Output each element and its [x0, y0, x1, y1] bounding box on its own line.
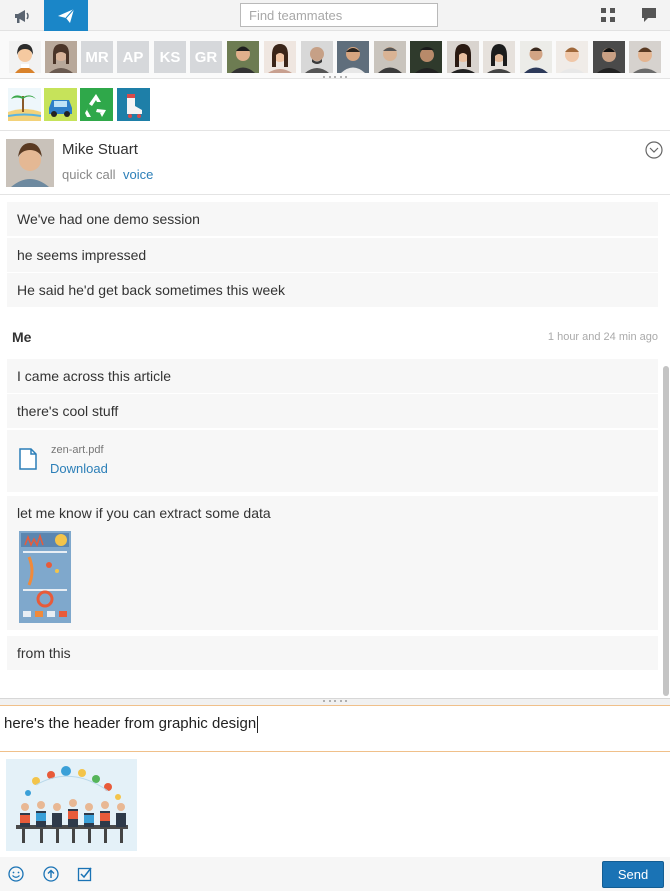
- beach-bot-icon[interactable]: [7, 88, 42, 121]
- car-bot-icon[interactable]: [44, 88, 77, 121]
- top-bar: [0, 0, 670, 31]
- message-text: let me know if you can extract some data: [17, 505, 271, 521]
- teammate-avatar[interactable]: [520, 41, 552, 73]
- send-button[interactable]: Send: [602, 861, 664, 888]
- contact-photo: [6, 139, 54, 187]
- grid-view-button[interactable]: [600, 7, 616, 23]
- messages-tab[interactable]: [44, 0, 88, 31]
- teammate-photo: [337, 41, 369, 73]
- teammate-photo: [556, 41, 588, 73]
- upload-icon: [43, 866, 59, 882]
- grid-icon: [601, 8, 615, 22]
- teammate-photo: [629, 41, 661, 73]
- message-bubble: We've had one demo session: [7, 202, 658, 236]
- teammate-photo: [374, 41, 406, 73]
- teammate-initials-avatar[interactable]: MR: [81, 41, 113, 73]
- teammate-photo: [264, 41, 296, 73]
- teammates-strip: MR AP KS GR: [0, 31, 670, 79]
- find-teammates-input[interactable]: [240, 3, 438, 27]
- download-link[interactable]: Download: [50, 461, 108, 476]
- message-bubble: I came across this article: [7, 359, 658, 393]
- teammate-photo: [410, 41, 442, 73]
- teammate-avatar[interactable]: [337, 41, 369, 73]
- teammate-photo: [447, 41, 479, 73]
- teammate-photo: [45, 41, 77, 73]
- message-sender: Me: [12, 329, 32, 345]
- task-button[interactable]: [77, 866, 93, 882]
- message-text: I came across this article: [17, 368, 172, 384]
- conversation-header: Mike Stuart quick call voice: [0, 131, 670, 195]
- file-attachment: zen-art.pdf Download: [7, 430, 658, 492]
- teammate-initials-avatar[interactable]: GR: [190, 41, 222, 73]
- file-name: zen-art.pdf: [51, 444, 104, 456]
- collapse-header-button[interactable]: [645, 141, 663, 159]
- message-list: We've had one demo session he seems impr…: [0, 196, 670, 698]
- message-bubble: he seems impressed: [7, 238, 658, 272]
- skate-bot-icon[interactable]: [117, 88, 150, 121]
- teammate-photo: [227, 41, 259, 73]
- teammate-avatar[interactable]: [483, 41, 515, 73]
- message-bubble: from this: [7, 636, 658, 670]
- announcements-tab[interactable]: [0, 0, 44, 31]
- compose-splitter[interactable]: [0, 698, 670, 706]
- upload-button[interactable]: [43, 866, 59, 882]
- chat-button[interactable]: [640, 6, 658, 24]
- teammate-avatar[interactable]: [593, 41, 625, 73]
- emoji-button[interactable]: [8, 866, 24, 882]
- messages-scrollbar[interactable]: [663, 366, 669, 696]
- megaphone-icon: [15, 9, 29, 23]
- teammate-avatar[interactable]: [9, 41, 41, 73]
- teammate-avatar[interactable]: [374, 41, 406, 73]
- teammate-avatar[interactable]: [410, 41, 442, 73]
- bots-strip: [0, 79, 670, 131]
- message-text: from this: [17, 645, 71, 661]
- checkbox-icon: [77, 867, 92, 882]
- teammate-initials-avatar[interactable]: AP: [117, 41, 149, 73]
- contact-name: Mike Stuart: [62, 141, 138, 158]
- message-text: We've had one demo session: [17, 211, 200, 227]
- speech-bubble-icon: [642, 8, 656, 22]
- message-text: he seems impressed: [17, 247, 147, 263]
- message-bubble: there's cool stuff: [7, 394, 658, 428]
- contact-avatar[interactable]: [6, 139, 54, 187]
- teammate-photo: [520, 41, 552, 73]
- message-input[interactable]: here's the header from graphic design: [0, 706, 670, 752]
- avatar-illustration: [9, 41, 41, 73]
- document-icon: [19, 448, 37, 470]
- text-caret: [257, 715, 259, 733]
- teammate-avatar[interactable]: [301, 41, 333, 73]
- teammate-avatar[interactable]: [629, 41, 661, 73]
- teammate-avatar[interactable]: [45, 41, 77, 73]
- teammate-photo: [301, 41, 333, 73]
- resize-grip[interactable]: [323, 700, 347, 704]
- message-timestamp: 1 hour and 24 min ago: [547, 331, 658, 343]
- team-illustration-image: [6, 759, 137, 851]
- message-input-text: here's the header from graphic design: [4, 715, 257, 732]
- compose-toolbar: Send: [0, 857, 670, 891]
- message-text: there's cool stuff: [17, 403, 119, 419]
- message-text: He said he'd get back sometimes this wee…: [17, 282, 286, 298]
- attached-image-preview[interactable]: [6, 759, 137, 851]
- voice-call-link[interactable]: voice: [123, 167, 153, 182]
- teammate-photo: [483, 41, 515, 73]
- smiley-icon: [8, 866, 24, 882]
- quick-call-label: quick call: [62, 167, 116, 182]
- teammate-avatar[interactable]: [227, 41, 259, 73]
- teammate-photo: [593, 41, 625, 73]
- message-bubble: let me know if you can extract some data: [7, 496, 658, 630]
- message-bubble: He said he'd get back sometimes this wee…: [7, 273, 658, 307]
- teammate-initials-avatar[interactable]: KS: [154, 41, 186, 73]
- teammate-avatar[interactable]: [447, 41, 479, 73]
- recycle-bot-icon[interactable]: [80, 88, 113, 121]
- infographic-thumbnail[interactable]: [19, 531, 71, 623]
- paper-plane-icon: [58, 8, 75, 23]
- infographic-image: [19, 531, 71, 623]
- teammate-avatar[interactable]: [264, 41, 296, 73]
- teammate-avatar[interactable]: [556, 41, 588, 73]
- chevron-down-circle-icon: [645, 141, 663, 159]
